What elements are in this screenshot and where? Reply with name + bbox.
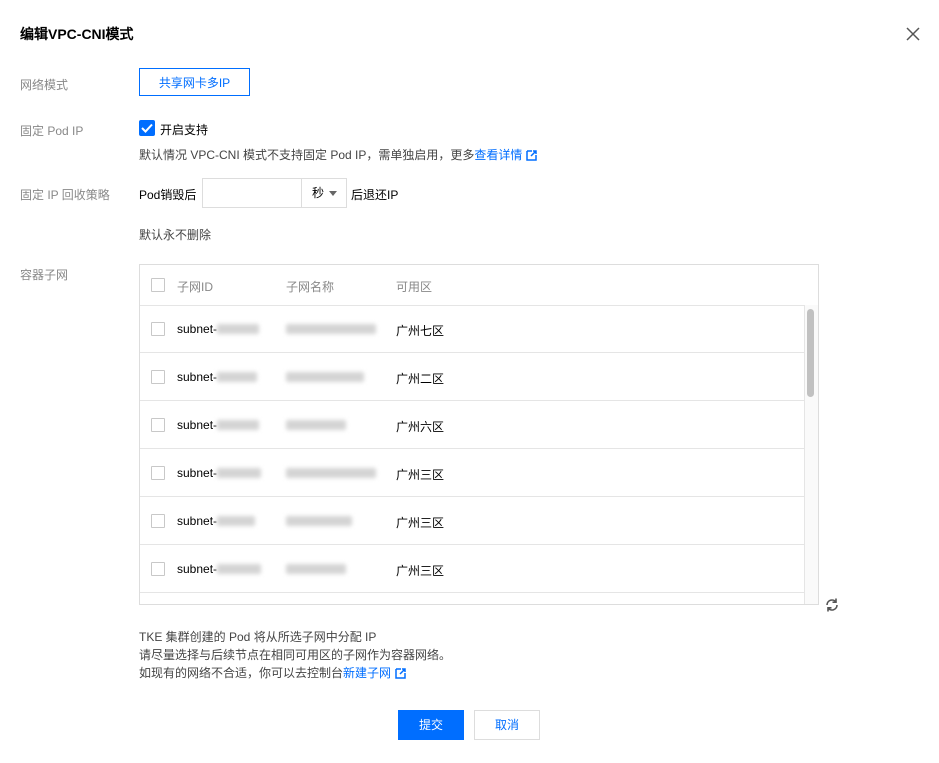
recycle-suffix-text: 后退还IP (351, 188, 399, 202)
network-mode-label: 网络模式 (20, 78, 69, 92)
row-checkbox[interactable] (151, 562, 165, 576)
checkmark-icon (141, 123, 153, 133)
subnet-id-cell: subnet- (177, 370, 258, 384)
recycle-default-note: 默认永不删除 (139, 228, 212, 242)
recycle-seconds-input[interactable] (202, 178, 302, 208)
row-checkbox[interactable] (151, 370, 165, 384)
network-mode-option-button[interactable]: 共享网卡多IP (139, 68, 250, 96)
subnet-name-cell (286, 466, 376, 480)
view-details-link[interactable]: 查看详情 (474, 148, 522, 162)
zone-cell: 广州六区 (396, 420, 445, 434)
subnet-id-cell: subnet- (177, 562, 262, 576)
cancel-button[interactable]: 取消 (474, 710, 540, 740)
subnet-id-cell: subnet- (177, 322, 260, 336)
recycle-unit-value: 秒 (312, 186, 325, 200)
info-line-1: TKE 集群创建的 Pod 将从所选子网中分配 IP (139, 630, 377, 644)
row-checkbox[interactable] (151, 418, 165, 432)
row-checkbox[interactable] (151, 466, 165, 480)
table-row[interactable]: subnet- 广州六区 (140, 401, 804, 449)
table-row[interactable]: subnet- 广州三区 (140, 449, 804, 497)
fixed-ip-help-text: 默认情况 VPC-CNI 模式不支持固定 Pod IP，需单独启用，更多 (139, 148, 475, 162)
select-all-checkbox[interactable] (151, 278, 165, 292)
table-body: subnet- 广州七区 subnet- 广州二区 subnet- 广州六区 s… (140, 305, 804, 604)
table-row[interactable]: subnet- 广州三区 (140, 497, 804, 545)
caret-down-icon (329, 191, 337, 196)
info-line-3: 如现有的网络不合适，你可以去控制台新建子网 (139, 664, 406, 681)
container-subnet-label: 容器子网 (20, 268, 69, 282)
external-link-icon[interactable] (526, 150, 538, 161)
subnet-name-cell (286, 370, 364, 384)
dialog-title: 编辑VPC-CNI模式 (20, 26, 134, 42)
enable-fixed-ip-checkbox[interactable] (139, 120, 155, 136)
submit-button[interactable]: 提交 (398, 710, 464, 740)
subnet-name-cell (286, 322, 376, 336)
subnet-name-cell (286, 562, 346, 576)
subnet-name-cell (286, 418, 346, 432)
table-row[interactable]: subnet- 广州二区 (140, 353, 804, 401)
recycle-prefix-text: Pod销毁后 (139, 188, 197, 202)
zone-cell: 广州七区 (396, 324, 445, 338)
zone-cell: 广州三区 (396, 564, 445, 578)
zone-cell: 广州三区 (396, 468, 445, 482)
ip-recycle-label: 固定 IP 回收策略 (20, 188, 110, 202)
subnet-table: 子网ID 子网名称 可用区 subnet- 广州七区 subnet- 广州二区 … (139, 264, 819, 605)
row-checkbox[interactable] (151, 514, 165, 528)
close-icon[interactable] (905, 26, 921, 42)
external-link-icon[interactable] (395, 668, 406, 679)
row-checkbox[interactable] (151, 322, 165, 336)
table-row[interactable]: subnet- 广州七区 (140, 305, 804, 353)
fixed-ip-label: 固定 Pod IP (20, 124, 84, 138)
column-header-subnet-name: 子网名称 (286, 280, 335, 294)
subnet-id-cell: subnet- (177, 418, 260, 432)
refresh-icon[interactable] (824, 597, 840, 613)
table-header: 子网ID 子网名称 可用区 (140, 265, 818, 306)
subnet-name-cell (286, 514, 352, 528)
enable-fixed-ip-label: 开启支持 (160, 123, 209, 137)
info-line-3-text: 如现有的网络不合适，你可以去控制台 (139, 666, 344, 680)
recycle-unit-select[interactable]: 秒 (301, 178, 347, 208)
create-subnet-link[interactable]: 新建子网 (343, 666, 391, 680)
zone-cell: 广州三区 (396, 516, 445, 530)
fixed-ip-help: 默认情况 VPC-CNI 模式不支持固定 Pod IP，需单独启用，更多查看详情 (139, 146, 538, 163)
table-row[interactable]: subnet- 广州三区 (140, 545, 804, 593)
table-scrollbar-thumb[interactable] (807, 309, 814, 397)
subnet-id-cell: subnet- (177, 466, 262, 480)
column-header-subnet-id: 子网ID (177, 280, 214, 294)
info-line-2: 请尽量选择与后续节点在相同可用区的子网作为容器网络。 (139, 648, 452, 662)
column-header-zone: 可用区 (396, 280, 433, 294)
subnet-id-cell: subnet- (177, 514, 256, 528)
zone-cell: 广州二区 (396, 372, 445, 386)
